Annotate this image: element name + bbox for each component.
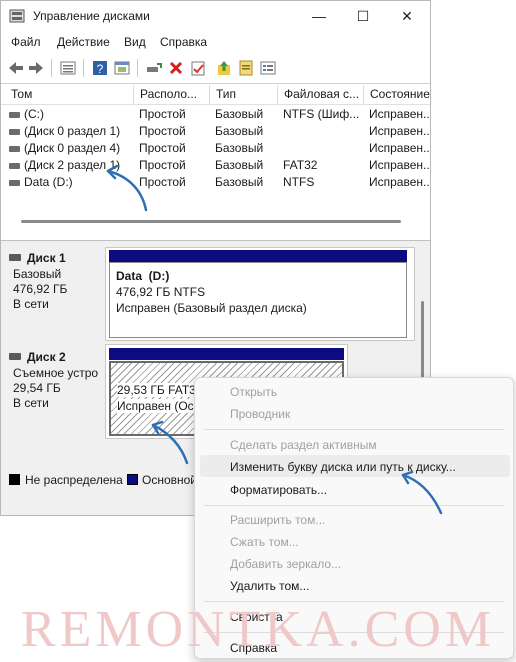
export-list-icon[interactable]: [237, 59, 255, 77]
menu-item-add-mirror[interactable]: Добавить зеркало...: [230, 557, 341, 571]
toolbar-separator: [137, 59, 138, 77]
menu-item-shrink-volume[interactable]: Сжать том...: [230, 535, 299, 549]
volume-layout: Простой: [139, 141, 186, 155]
volume-type: Базовый: [215, 175, 264, 189]
console-window-icon[interactable]: [113, 59, 131, 77]
maximize-button[interactable]: ☐: [341, 1, 385, 32]
drive-icon: [9, 180, 20, 186]
disk-type: Базовый: [13, 267, 62, 281]
partition-bar: [109, 348, 344, 360]
close-button[interactable]: ✕: [385, 1, 429, 32]
forward-arrow-icon[interactable]: [27, 59, 45, 77]
volume-status: Исправен...: [369, 124, 430, 138]
disk-type: Съемное устро: [13, 366, 99, 380]
volume-layout: Простой: [139, 107, 186, 121]
window-title: Управление дисками: [33, 9, 150, 23]
volume-name: (C:): [24, 107, 44, 121]
menu-item-open[interactable]: Открыть: [230, 385, 277, 399]
disk-name: Диск 2: [27, 350, 66, 364]
volume-row[interactable]: (Диск 0 раздел 4) Простой Базовый Исправ…: [1, 140, 430, 157]
menu-item-mark-active[interactable]: Сделать раздел активным: [230, 438, 377, 452]
checklist-icon[interactable]: [189, 59, 207, 77]
help-icon[interactable]: ?: [91, 59, 109, 77]
volume-filesystem: FAT32: [283, 158, 318, 172]
watermark: REMONTKA.COM: [20, 601, 496, 658]
disk-icon: [9, 254, 21, 261]
partition-size-fs: 476,92 ГБ NTFS: [116, 285, 206, 299]
partition-status: Исправен (Осн: [117, 399, 201, 413]
menu-item-explorer[interactable]: Проводник: [230, 407, 290, 421]
toolbar-separator: [83, 59, 84, 77]
menu-action[interactable]: Действие: [57, 35, 110, 49]
volume-filesystem: NTFS (Шиф...: [283, 107, 360, 121]
partition-title: Data (D:): [116, 269, 170, 283]
volume-name: (Диск 0 раздел 4): [24, 141, 121, 155]
disk-size: 29,54 ГБ: [13, 381, 61, 395]
drive-icon: [9, 146, 20, 152]
volume-row[interactable]: (Диск 0 раздел 1) Простой Базовый Исправ…: [1, 123, 430, 140]
minimize-button[interactable]: —: [297, 1, 341, 32]
toolbar-separator: [51, 59, 52, 77]
delete-x-icon[interactable]: [167, 59, 185, 77]
menu-item-format[interactable]: Форматировать...: [230, 483, 327, 497]
disk-size: 476,92 ГБ: [13, 282, 68, 296]
properties-list-icon[interactable]: [59, 59, 77, 77]
menu-item-extend-volume[interactable]: Расширить том...: [230, 513, 325, 527]
menu-file[interactable]: Файл: [11, 35, 41, 49]
legend-primary-label: Основной: [142, 473, 198, 487]
annotation-arrow-icon: [151, 420, 189, 465]
drive-icon: [9, 112, 20, 118]
disk-1-info[interactable]: Диск 1 Базовый 476,92 ГБ В сети: [5, 248, 105, 340]
volume-type: Базовый: [215, 141, 264, 155]
menu-view[interactable]: Вид: [124, 35, 146, 49]
volume-filesystem: NTFS: [283, 175, 315, 189]
menu-separator: [204, 505, 504, 506]
volume-row[interactable]: Data (D:) Простой Базовый NTFS Исправен.…: [1, 174, 430, 191]
volume-status: Исправен...: [369, 141, 430, 155]
volume-filesystem: [283, 123, 361, 140]
menu-separator: [204, 429, 504, 430]
volume-status: Исправен...: [369, 158, 430, 172]
menu-item-delete-volume[interactable]: Удалить том...: [230, 579, 309, 593]
horizontal-scrollbar[interactable]: [21, 220, 401, 223]
partition-size-fs: 29,53 ГБ FAT32: [117, 383, 203, 397]
settings-list-icon[interactable]: [259, 59, 277, 77]
svg-text:?: ?: [97, 62, 104, 76]
volume-filesystem: [283, 140, 361, 157]
connect-disk-icon[interactable]: [145, 59, 163, 77]
partition-data-d[interactable]: Data (D:) 476,92 ГБ NTFS Исправен (Базов…: [109, 262, 407, 338]
volume-status: Исправен...: [369, 175, 430, 189]
drive-icon: [9, 129, 20, 135]
volume-type: Базовый: [215, 107, 264, 121]
disk-2-info[interactable]: Диск 2 Съемное устро 29,54 ГБ В сети: [5, 347, 105, 439]
column-header-status[interactable]: Состояние: [363, 85, 430, 104]
disk-management-app-icon: [9, 9, 25, 23]
volume-layout: Простой: [139, 124, 186, 138]
volume-status: Исправен...: [369, 107, 430, 121]
column-header-volume[interactable]: Том: [5, 85, 133, 104]
back-arrow-icon[interactable]: [7, 59, 25, 77]
column-header-layout[interactable]: Располо...: [133, 85, 209, 104]
disk-status: В сети: [13, 297, 49, 311]
volume-row[interactable]: (Диск 2 раздел 1) Простой Базовый FAT32 …: [1, 157, 430, 174]
volume-type: Базовый: [215, 124, 264, 138]
column-header-type[interactable]: Тип: [209, 85, 277, 104]
partition-bar: [109, 250, 407, 262]
disk-icon: [9, 353, 21, 360]
drive-icon: [9, 163, 20, 169]
disk-status: В сети: [13, 396, 49, 410]
disk-name: Диск 1: [27, 251, 66, 265]
annotation-arrow-icon: [106, 164, 148, 212]
legend-unallocated-label: Не распределена: [25, 473, 123, 487]
up-folder-icon[interactable]: [215, 59, 233, 77]
menu-help[interactable]: Справка: [160, 35, 207, 49]
volume-row[interactable]: (C:) Простой Базовый NTFS (Шиф... Исправ…: [1, 106, 430, 123]
partition-status: Исправен (Базовый раздел диска): [116, 301, 307, 315]
volume-name: (Диск 0 раздел 1): [24, 124, 121, 138]
volume-type: Базовый: [215, 158, 264, 172]
column-header-filesystem[interactable]: Файловая с...: [277, 85, 363, 104]
annotation-arrow-icon: [401, 470, 443, 515]
legend-unallocated-swatch: [9, 474, 20, 485]
legend-primary-swatch: [127, 474, 138, 485]
